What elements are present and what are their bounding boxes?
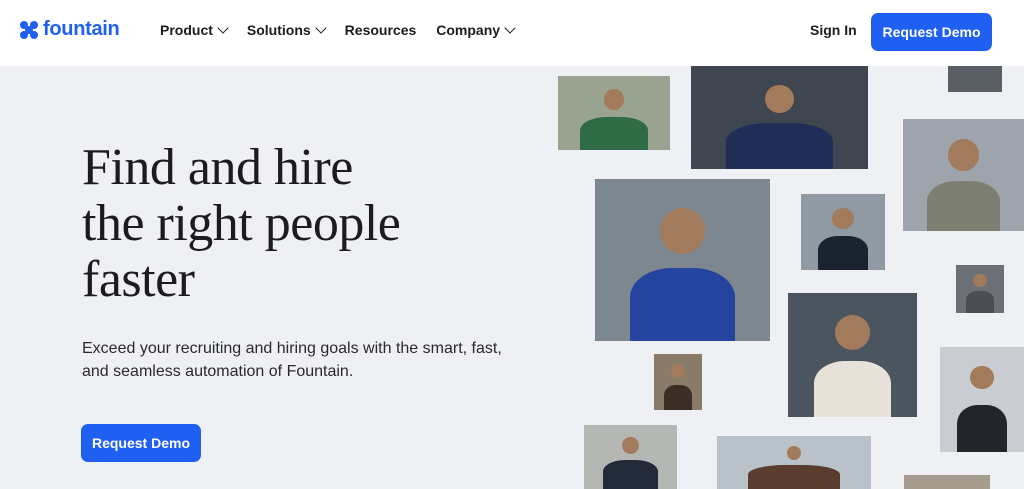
sign-in-link[interactable]: Sign In xyxy=(810,22,857,38)
nav-item-resources[interactable]: Resources xyxy=(345,22,417,38)
nav-item-label: Company xyxy=(436,22,501,38)
headline-line: faster xyxy=(82,251,195,308)
photo-man-bottom xyxy=(717,436,871,489)
photo-grocery-worker xyxy=(558,76,670,150)
request-demo-button[interactable]: Request Demo xyxy=(871,13,992,51)
photo-restaurant-server xyxy=(940,347,1024,452)
person-body xyxy=(663,384,693,410)
chevron-down-icon xyxy=(315,22,327,34)
photo-cook xyxy=(788,293,917,417)
nav-item-company[interactable]: Company xyxy=(436,22,516,38)
logo-text: fountain xyxy=(43,18,120,40)
nav-item-label: Solutions xyxy=(246,22,311,38)
person-head xyxy=(970,365,994,390)
hero-headline: Find and hire the right people faster xyxy=(82,140,522,308)
subtext-line: and seamless automation of Fountain. xyxy=(82,363,354,380)
person-head xyxy=(832,207,854,229)
person-head xyxy=(659,208,706,254)
person-body xyxy=(630,268,735,341)
photo-bottom-right xyxy=(904,475,990,489)
person-body xyxy=(726,122,833,169)
person-body xyxy=(747,465,841,489)
person-body xyxy=(602,460,659,489)
photo-older-worker xyxy=(584,425,677,489)
nav-item-label: Resources xyxy=(344,22,417,38)
person-head xyxy=(603,89,625,111)
photo-warehouse-worker xyxy=(595,179,770,341)
person-body xyxy=(580,116,648,150)
fountain-logo[interactable]: fountain xyxy=(20,18,120,41)
photo-cashier xyxy=(956,265,1004,313)
hero-subtext: Exceed your recruiting and hiring goals … xyxy=(82,337,512,383)
person-body xyxy=(956,404,1008,452)
person-head xyxy=(786,445,802,461)
fountain-logo-icon xyxy=(20,20,38,39)
nav-item-label: Product xyxy=(160,22,213,38)
person-head xyxy=(765,84,794,114)
person-head xyxy=(973,273,987,288)
person-head xyxy=(621,436,640,455)
person-body xyxy=(813,361,892,417)
photo-small-portrait xyxy=(654,354,702,410)
photo-delivery-worker xyxy=(801,194,885,270)
photo-mechanic xyxy=(691,66,868,169)
site-header: fountain Product Solutions Resources Com… xyxy=(0,0,1024,66)
hero-request-demo-button[interactable]: Request Demo xyxy=(81,424,201,462)
nav-item-product[interactable]: Product xyxy=(160,22,229,38)
main-nav: Product Solutions Resources Company xyxy=(160,22,516,38)
photo-top-small xyxy=(948,66,1002,92)
person-head xyxy=(835,315,870,351)
person-head xyxy=(671,364,685,378)
person-body xyxy=(817,235,869,270)
chevron-down-icon xyxy=(217,22,229,34)
headline-line: Find and hire xyxy=(82,139,353,196)
person-head xyxy=(947,139,980,171)
chevron-down-icon xyxy=(504,22,516,34)
person-body xyxy=(965,291,995,313)
subtext-line: Exceed your recruiting and hiring goals … xyxy=(82,340,502,357)
photo-warehouse-tablet xyxy=(903,119,1024,231)
headline-line: the right people xyxy=(82,195,401,252)
person-body xyxy=(927,180,1000,231)
nav-item-solutions[interactable]: Solutions xyxy=(246,22,327,38)
